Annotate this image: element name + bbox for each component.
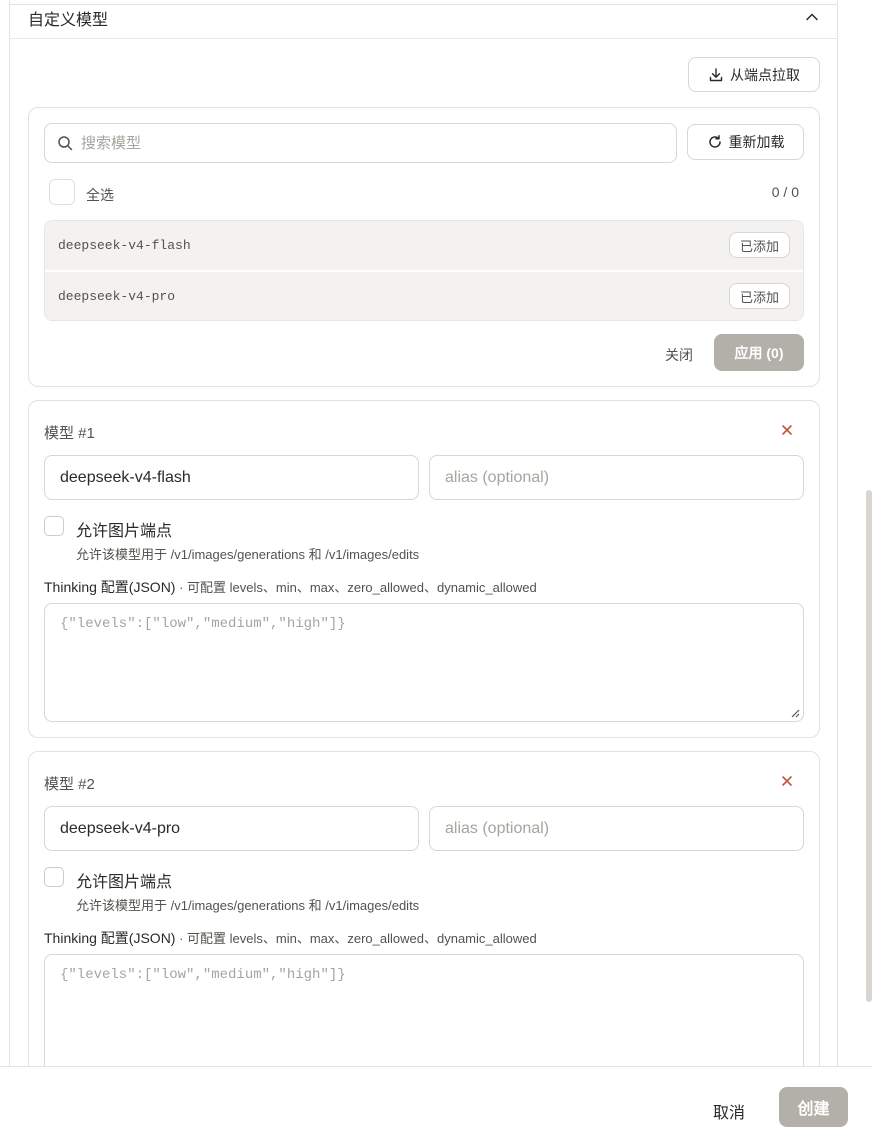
model-card-title: 模型 #2 — [44, 776, 95, 793]
close-button[interactable]: 关闭 — [665, 345, 693, 365]
search-input[interactable] — [81, 134, 641, 152]
list-item[interactable]: deepseek-v4-pro 已添加 — [45, 272, 803, 320]
model-name-field[interactable] — [44, 455, 419, 500]
alias-input[interactable] — [445, 819, 803, 838]
thinking-label-text: Thinking 配置(JSON) — [44, 579, 176, 595]
download-icon — [709, 67, 723, 81]
scroll-divider — [837, 0, 838, 1066]
scrollbar-thumb[interactable] — [866, 490, 872, 1002]
thinking-label-text: Thinking 配置(JSON) — [44, 930, 176, 946]
reload-button-label: 重新加载 — [728, 134, 785, 150]
thinking-config-textarea[interactable]: {"levels":["low","medium","high"]} — [44, 603, 804, 722]
section-header[interactable]: 自定义模型 — [9, 4, 838, 39]
fetch-button-label: 从端点拉取 — [730, 66, 800, 83]
select-all-checkbox[interactable] — [49, 179, 75, 205]
resize-handle-icon[interactable] — [791, 709, 800, 718]
list-item-name: deepseek-v4-flash — [58, 238, 191, 253]
remove-model-icon[interactable] — [780, 774, 794, 788]
thinking-hint: · 可配置 levels、min、max、zero_allowed、dynami… — [175, 580, 537, 595]
chevron-up-icon[interactable] — [804, 9, 820, 25]
remove-model-icon[interactable] — [780, 423, 794, 437]
list-item[interactable]: deepseek-v4-flash 已添加 — [45, 221, 803, 270]
search-field[interactable] — [44, 123, 677, 163]
allow-images-checkbox[interactable] — [44, 516, 64, 536]
model-name-input[interactable] — [60, 468, 418, 487]
dialog-footer: 取消 创建 — [0, 1066, 872, 1139]
create-button[interactable]: 创建 — [779, 1087, 848, 1127]
thinking-hint: · 可配置 levels、min、max、zero_allowed、dynami… — [175, 931, 537, 946]
added-badge: 已添加 — [728, 232, 790, 258]
alias-field[interactable] — [429, 455, 804, 500]
model-card-1: 模型 #1 允许图片端点 允许该模型用于 /v1/images/generati… — [28, 400, 820, 738]
thinking-placeholder: {"levels":["low","medium","high"]} — [60, 967, 346, 983]
allow-images-desc: 允许该模型用于 /v1/images/generations 和 /v1/ima… — [76, 547, 420, 562]
thinking-placeholder: {"levels":["low","medium","high"]} — [60, 616, 346, 632]
allow-images-label: 允许图片端点 — [76, 523, 173, 540]
thinking-config-label: Thinking 配置(JSON) · 可配置 levels、min、max、z… — [44, 928, 537, 948]
thinking-config-label: Thinking 配置(JSON) · 可配置 levels、min、max、z… — [44, 577, 537, 597]
list-item-name: deepseek-v4-pro — [58, 289, 176, 304]
alias-input[interactable] — [445, 468, 803, 487]
model-name-field[interactable] — [44, 806, 419, 851]
section-title: 自定义模型 — [28, 12, 109, 29]
allow-images-label: 允许图片端点 — [76, 874, 173, 891]
model-card-2: 模型 #2 允许图片端点 允许该模型用于 /v1/images/generati… — [28, 751, 820, 1091]
allow-images-checkbox[interactable] — [44, 867, 64, 887]
added-badge: 已添加 — [728, 283, 790, 309]
alias-field[interactable] — [429, 806, 804, 851]
apply-button[interactable]: 应用 (0) — [714, 334, 804, 371]
selection-count: 0 / 0 — [771, 184, 799, 200]
select-all-label: 全选 — [86, 187, 114, 203]
model-card-title: 模型 #1 — [44, 425, 95, 442]
allow-images-desc: 允许该模型用于 /v1/images/generations 和 /v1/ima… — [76, 898, 420, 913]
search-icon — [58, 136, 73, 151]
cancel-button[interactable]: 取消 — [713, 1099, 745, 1123]
thinking-config-textarea[interactable]: {"levels":["low","medium","high"]} — [44, 954, 804, 1073]
reload-button[interactable]: 重新加载 — [687, 124, 804, 160]
refresh-icon — [708, 135, 721, 148]
fetch-from-endpoint-button[interactable]: 从端点拉取 — [688, 57, 820, 92]
fetched-model-list: deepseek-v4-flash 已添加 deepseek-v4-pro 已添… — [44, 220, 804, 321]
model-name-input[interactable] — [60, 819, 418, 838]
